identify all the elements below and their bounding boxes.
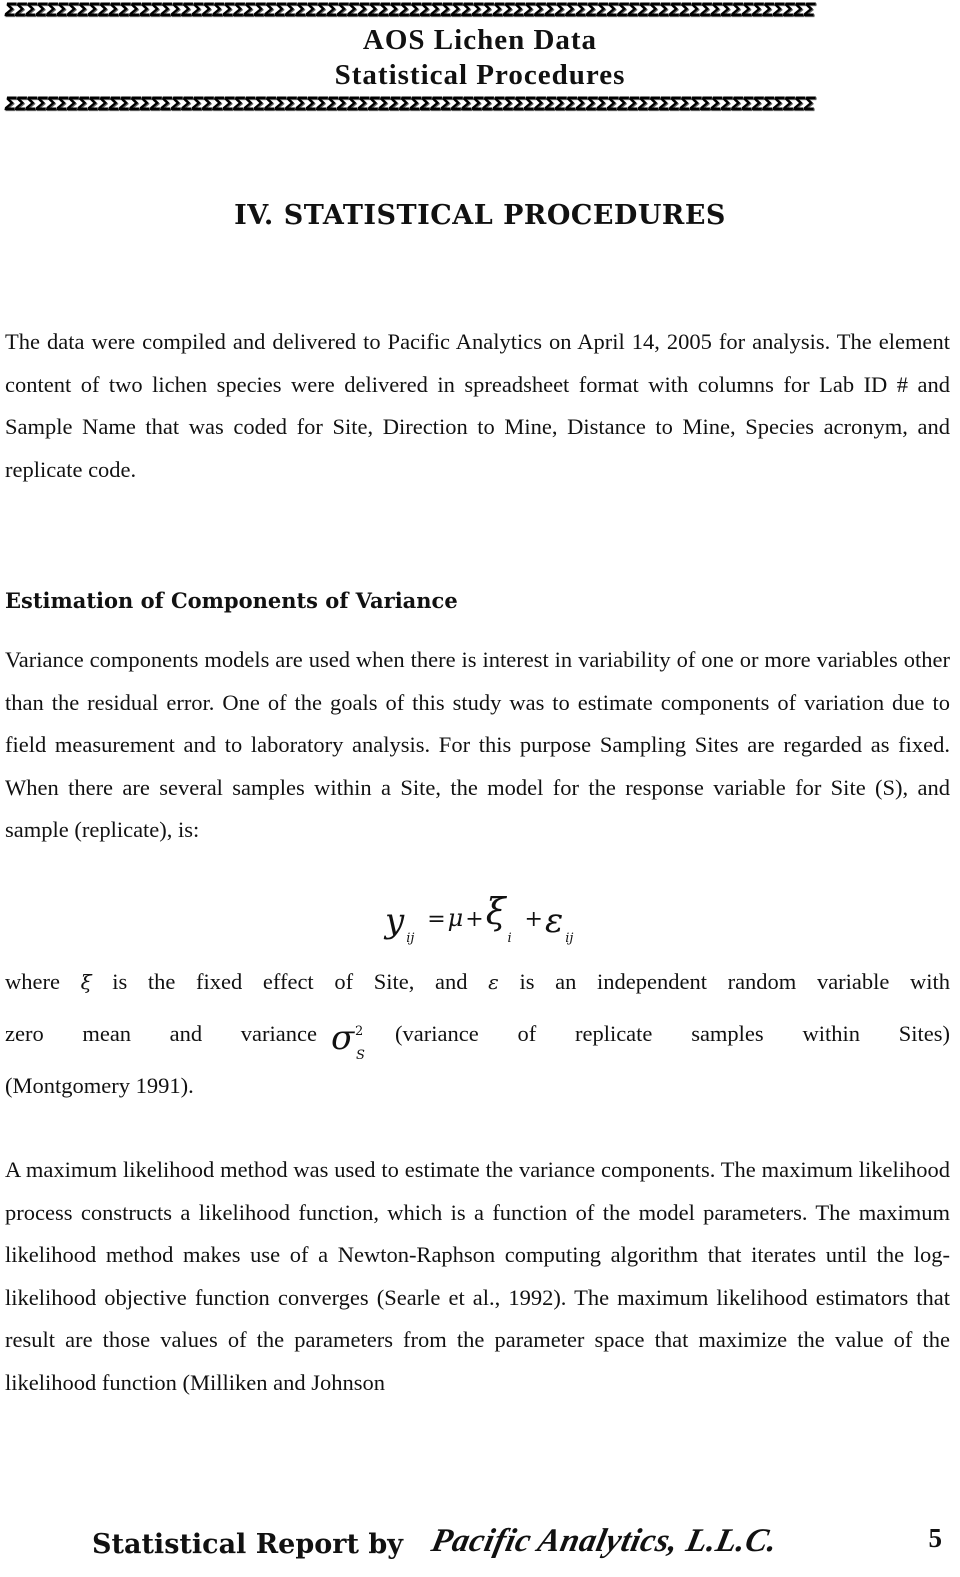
- variance-line-left: zero mean and variance: [5, 1012, 317, 1056]
- word: Sites): [898, 1021, 950, 1046]
- word: within: [802, 1021, 860, 1046]
- equation-plus-2: +: [524, 907, 543, 932]
- xi-symbol: ξ: [80, 970, 92, 994]
- page-footer: Statistical Report by Pacific Analytics,…: [92, 1523, 952, 1573]
- page-number: 5: [928, 1523, 943, 1553]
- variance-definition-line: zero mean and variance σ 2 S (variance o…: [5, 1012, 950, 1063]
- epsilon-symbol: ε: [488, 970, 499, 994]
- sigma-glyph: σ: [331, 1018, 355, 1058]
- word: replicate: [574, 1021, 653, 1046]
- equation-lhs-subscript: ij: [406, 931, 415, 946]
- footer-label: Statistical Report by: [92, 1529, 403, 1560]
- document-subtitle: Statistical Procedures: [334, 59, 626, 91]
- decorative-border-top: ΣΣΣΣΣΣΣΣΣΣΣΣΣΣΣΣΣΣΣΣΣΣΣΣΣΣΣΣΣΣΣΣΣΣΣΣΣΣΣΣ…: [4, 0, 816, 20]
- equation-plus-1: +: [465, 907, 484, 932]
- word: variance: [240, 1021, 317, 1046]
- intro-paragraph: The data were compiled and delivered to …: [5, 329, 950, 482]
- variance-components-paragraph: Variance components models are used when…: [5, 647, 950, 842]
- footer-company-name: Pacific Analytics, L.L.C.: [428, 1523, 781, 1559]
- where-text-1: where: [5, 969, 60, 994]
- equation-mu: μ: [447, 904, 464, 932]
- where-text-3: is an independent random variable with: [519, 969, 951, 994]
- maximum-likelihood-paragraph: A maximum likelihood method was used to …: [5, 1157, 950, 1395]
- sigma-squared-s-symbol: σ 2 S: [329, 1012, 383, 1063]
- equation-equals: =: [427, 907, 446, 932]
- where-definition-line: where ξ is the fixed effect of Site, and…: [5, 962, 950, 1002]
- document-title: AOS Lichen Data: [362, 24, 598, 56]
- equation-lhs: y: [385, 901, 405, 941]
- equation-epsilon-subscript: ij: [565, 931, 574, 946]
- section-heading: IV. STATISTICAL PROCEDURES: [234, 200, 726, 231]
- word: (variance: [395, 1021, 479, 1046]
- word: and: [169, 1021, 203, 1046]
- word: of: [517, 1021, 537, 1046]
- subsection-heading: Estimation of Components of Variance: [5, 588, 458, 613]
- equation-epsilon: ε: [544, 901, 564, 941]
- where-text-2: is the fixed effect of Site, and: [112, 969, 468, 994]
- word: mean: [82, 1021, 132, 1046]
- word: samples: [691, 1021, 764, 1046]
- citation-line: (Montgomery 1991).: [5, 1073, 194, 1098]
- equation-xi: ξ: [485, 892, 506, 933]
- variance-line-right: (variance of replicate samples within Si…: [395, 1012, 950, 1056]
- equation-xi-subscript: i: [507, 931, 512, 946]
- word: zero: [5, 1021, 44, 1046]
- decorative-border-bottom: ΣΣΣΣΣΣΣΣΣΣΣΣΣΣΣΣΣΣΣΣΣΣΣΣΣΣΣΣΣΣΣΣΣΣΣΣΣΣΣΣ…: [4, 94, 816, 114]
- model-equation: y ij =μ+ξi +ε ij: [385, 892, 574, 950]
